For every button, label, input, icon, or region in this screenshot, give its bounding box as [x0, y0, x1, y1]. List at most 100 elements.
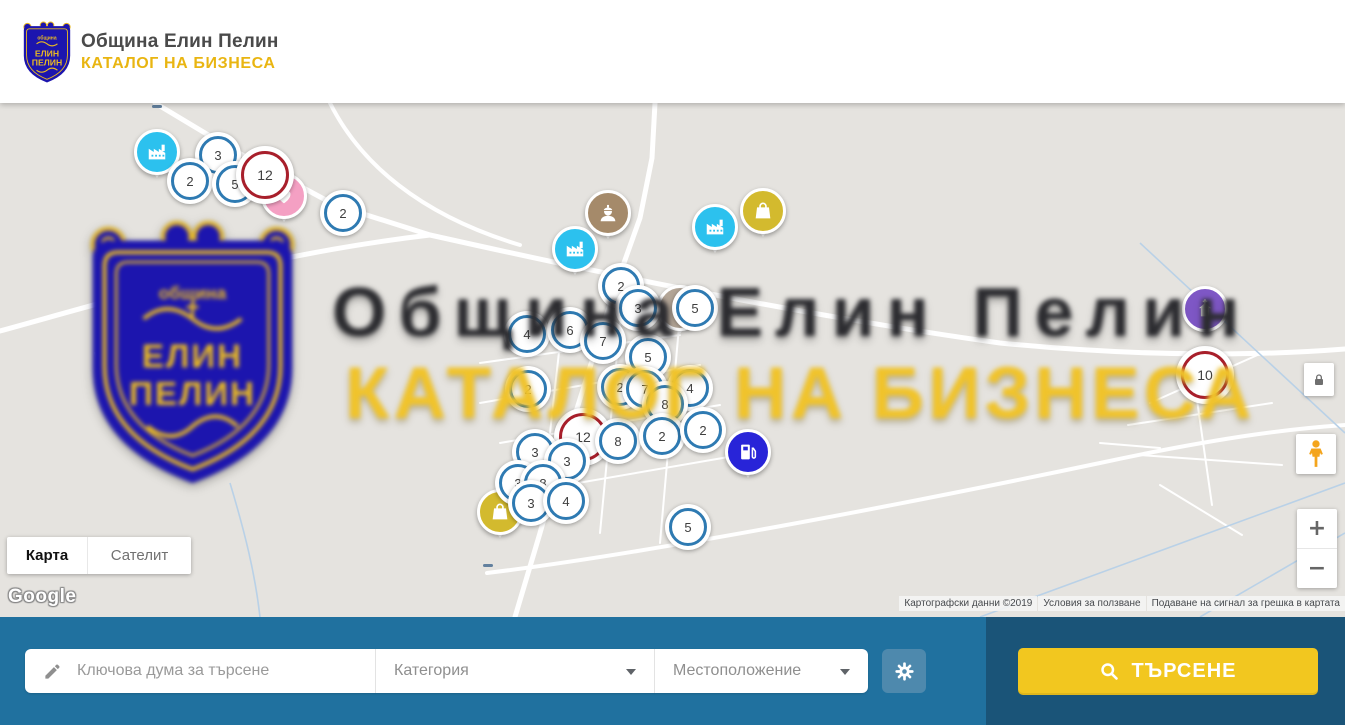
cluster-ring: 2 [171, 162, 209, 200]
street-view-pegman-button[interactable] [1296, 434, 1336, 474]
map-pin[interactable] [740, 188, 786, 234]
fuel-pump-icon [737, 441, 759, 463]
worker-icon [597, 202, 619, 224]
gear-icon [893, 660, 916, 683]
cluster-count: 10 [1197, 367, 1213, 383]
brand[interactable]: община ЕЛИН ПЕЛИН Община Елин Пелин КАТА… [22, 20, 279, 84]
pegman-icon [1305, 439, 1327, 469]
map-pin[interactable] [725, 429, 771, 475]
cluster-ring: 5 [676, 289, 714, 327]
map-pin[interactable] [552, 226, 598, 272]
cluster-count: 12 [257, 167, 273, 183]
caret-down-icon [840, 669, 850, 675]
cluster-count: 3 [531, 445, 538, 460]
map-type-map-button[interactable]: Карта [7, 537, 88, 574]
cluster-ring: 10 [1181, 351, 1229, 399]
attribution-terms-link[interactable]: Условия за ползване [1038, 596, 1145, 611]
site-title: Община Елин Пелин [81, 31, 279, 53]
map-cluster-marker[interactable]: 3 [615, 285, 661, 331]
google-logo[interactable]: Google [8, 586, 76, 608]
cluster-count: 2 [339, 206, 346, 221]
pin-bubble [740, 188, 786, 234]
header: община ЕЛИН ПЕЛИН Община Елин Пелин КАТА… [0, 0, 1345, 103]
cluster-count: 2 [699, 423, 706, 438]
cluster-ring: 7 [584, 322, 622, 360]
map-cluster-marker[interactable]: 2 [639, 413, 685, 459]
site-subtitle: КАТАЛОГ НА БИЗНЕСА [81, 55, 279, 73]
attribution-copyright: Картографски данни ©2019 [899, 596, 1037, 611]
road-badge [483, 564, 493, 567]
attribution-report-link[interactable]: Подаване на сигнал за грешка в картата [1147, 596, 1345, 611]
cluster-count: 3 [527, 496, 534, 511]
map-cluster-marker[interactable]: 12 [236, 146, 294, 204]
cluster-ring: 2 [324, 194, 362, 232]
cluster-count: 5 [691, 301, 698, 316]
cluster-count: 8 [661, 397, 668, 412]
cluster-ring: 5 [669, 508, 707, 546]
map-type-control: Карта Сателит [7, 537, 191, 574]
map-cluster-marker[interactable]: 2 [505, 366, 551, 412]
category-select-value: Категория [394, 662, 469, 680]
cluster-count: 3 [634, 301, 641, 316]
page: 3 2 5 12 2 2 3 [0, 0, 1345, 725]
map-cluster-marker[interactable]: 4 [504, 311, 550, 357]
cluster-count: 5 [644, 350, 651, 365]
search-submit-button[interactable]: ТЪРСЕНЕ [1018, 648, 1318, 695]
pencil-icon [43, 662, 62, 681]
map-cluster-marker[interactable]: 2 [167, 158, 213, 204]
lock-icon [1311, 372, 1327, 388]
cluster-ring: 4 [508, 315, 546, 353]
search-input-group: Категория Местоположение [25, 649, 868, 693]
cluster-count: 4 [686, 381, 693, 396]
map-pin[interactable] [1182, 286, 1228, 332]
zoom-control: + − [1297, 509, 1337, 588]
lock-button[interactable] [1304, 363, 1334, 396]
map-cluster-marker[interactable]: 2 [320, 190, 366, 236]
pin-bubble [552, 226, 598, 272]
map-type-satellite-button[interactable]: Сателит [88, 537, 191, 574]
cluster-count: 4 [523, 327, 530, 342]
category-select[interactable]: Категория [375, 649, 654, 693]
cluster-ring: 2 [684, 411, 722, 449]
cluster-ring: 4 [547, 482, 585, 520]
keyword-search-input[interactable] [75, 661, 375, 681]
factory-icon [564, 238, 586, 260]
pin-bubble [725, 429, 771, 475]
emblem-name-line1: ЕЛИН [35, 48, 59, 58]
map-cluster-marker[interactable]: 5 [665, 504, 711, 550]
cluster-ring: 2 [509, 370, 547, 408]
brand-text: Община Елин Пелин КАТАЛОГ НА БИЗНЕСА [81, 31, 279, 73]
map-cluster-marker[interactable]: 5 [672, 285, 718, 331]
map-pin[interactable] [692, 204, 738, 250]
cluster-count: 3 [563, 454, 570, 469]
location-select[interactable]: Местоположение [654, 649, 868, 693]
factory-icon [704, 216, 726, 238]
cluster-count: 7 [599, 334, 606, 349]
pin-bubble [692, 204, 738, 250]
cluster-ring: 8 [599, 422, 637, 460]
emblem-text-top: община [37, 34, 56, 41]
advanced-settings-button[interactable] [882, 649, 926, 693]
caret-down-icon [626, 669, 636, 675]
zoom-in-button[interactable]: + [1297, 509, 1337, 549]
search-submit-label: ТЪРСЕНЕ [1131, 660, 1236, 683]
cluster-ring: 3 [619, 289, 657, 327]
factory-icon [146, 141, 168, 163]
map-cluster-marker[interactable]: 10 [1176, 346, 1234, 404]
cluster-count: 3 [214, 148, 221, 163]
map-cluster-marker[interactable]: 8 [595, 418, 641, 464]
pin-bubble [1182, 286, 1228, 332]
shopping-bag-icon [752, 200, 774, 222]
cluster-count: 2 [186, 174, 193, 189]
map-cluster-marker[interactable]: 7 [580, 318, 626, 364]
map-cluster-marker[interactable]: 2 [680, 407, 726, 453]
cluster-ring: 12 [241, 151, 289, 199]
location-select-value: Местоположение [673, 662, 801, 680]
cluster-count: 2 [658, 429, 665, 444]
cluster-count: 4 [562, 494, 569, 509]
cluster-count: 2 [524, 382, 531, 397]
cluster-count: 8 [614, 434, 621, 449]
zoom-out-button[interactable]: − [1297, 549, 1337, 588]
church-icon [1194, 298, 1216, 320]
map-cluster-marker[interactable]: 4 [543, 478, 589, 524]
